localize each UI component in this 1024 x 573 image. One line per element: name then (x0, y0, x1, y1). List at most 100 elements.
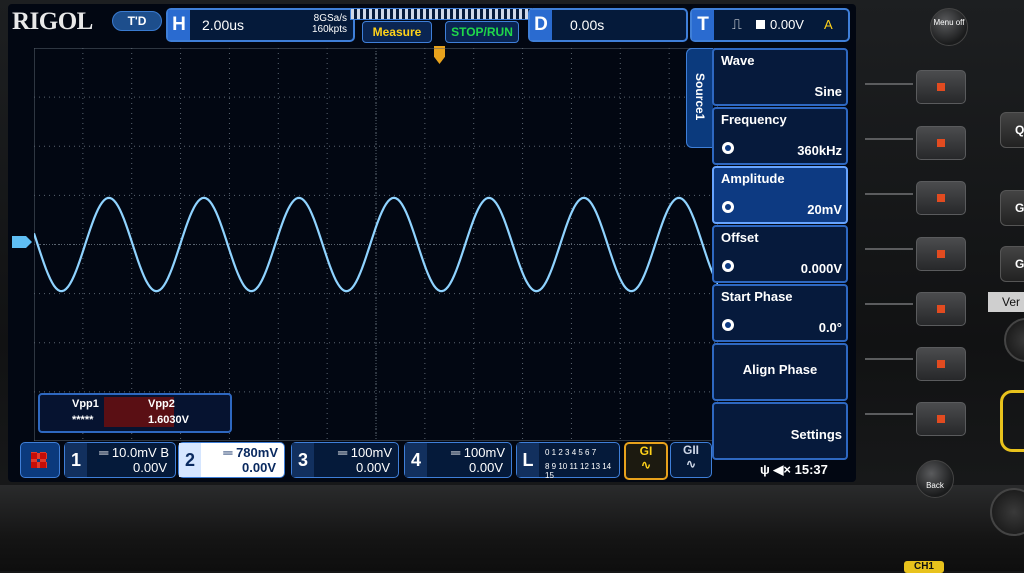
softkey-guide-line (865, 193, 913, 195)
knob-icon (722, 142, 734, 154)
horizontal-letter: H (168, 10, 190, 40)
trigger-letter: T (692, 10, 714, 40)
trigger-box[interactable]: T ⎍ 0.00V A (690, 8, 850, 42)
ch1-label: CH1 (904, 561, 944, 573)
vertical-section-label: Ver (988, 292, 1024, 312)
scope-screen: RIGOL T'D H 2.00us 8GSa/s 160kpts Measur… (8, 4, 856, 482)
waveform-display (34, 48, 718, 441)
knob-icon (722, 260, 734, 272)
channel-ground-marker[interactable] (12, 236, 32, 248)
trigger-source-square-icon (756, 20, 765, 29)
softkey-guide-line (865, 248, 913, 250)
channel-4-box[interactable]: 4 ═ 100mV 0.00V (404, 442, 512, 478)
frequency-value: 360kHz (797, 143, 842, 158)
dc-coupling-icon: ═ (450, 445, 464, 460)
softkey-2[interactable] (916, 126, 966, 160)
wave-label: Wave (721, 53, 755, 68)
menu-frequency[interactable]: Frequency 360kHz (712, 107, 848, 165)
channel-2-number: 2 (179, 443, 201, 477)
channel-4-scale: 100mV (463, 445, 505, 460)
menu-offset[interactable]: Offset 0.000V (712, 225, 848, 283)
grid-menu-icon (31, 452, 47, 468)
stop-run-button[interactable]: STOP/RUN (445, 21, 519, 43)
channel-3-offset: 0.00V (356, 460, 390, 475)
vpp2-label: Vpp2 (148, 398, 175, 410)
softkey-4[interactable] (916, 237, 966, 271)
sample-rate: 8GSa/s (313, 13, 347, 24)
front-panel-lower (0, 485, 1024, 571)
sine-wave-icon: ∿ (640, 458, 652, 472)
align-phase-label: Align Phase (742, 362, 818, 377)
menu-amplitude[interactable]: Amplitude 20mV (712, 166, 848, 224)
start-phase-value: 0.0° (818, 320, 842, 335)
settings-label: Settings (790, 427, 842, 442)
clock: 15:37 (794, 462, 828, 477)
ch1-button-ring[interactable] (1000, 390, 1024, 452)
vpp1-value: ***** (72, 414, 94, 426)
delay-box[interactable]: D 0.00s (528, 8, 688, 42)
usb-icon: ψ (760, 462, 774, 477)
memory-depth: 160kpts (311, 24, 347, 35)
logic-analyzer-box[interactable]: L 0 1 2 3 4 5 6 7 8 9 10 11 12 13 14 15 (516, 442, 620, 480)
start-phase-label: Start Phase (721, 289, 793, 304)
channel-4-number: 4 (405, 443, 427, 477)
knob-icon (722, 201, 734, 213)
horizontal-timebase[interactable]: H 2.00us 8GSa/s 160kpts (166, 8, 355, 42)
trigger-level: 0.00V (770, 17, 804, 32)
softkey-guide-line (865, 138, 913, 140)
channel-4-offset: 0.00V (469, 460, 503, 475)
graticule (34, 48, 718, 441)
menu-off-button[interactable]: Menu off (930, 8, 968, 46)
navigation-button[interactable] (20, 442, 60, 478)
menu-wave[interactable]: Wave Sine (712, 48, 848, 106)
amplitude-value: 20mV (807, 202, 842, 217)
sine-wave-icon: ∿ (685, 457, 697, 471)
channel-1-box[interactable]: 1 ═ 10.0mV B 0.00V (64, 442, 176, 478)
channel-2-box[interactable]: 2 ═ 780mV 0.00V (178, 442, 285, 478)
measurement-panel[interactable]: Vpp1 ***** Vpp2 1.6030V (38, 393, 232, 433)
panel-button-q[interactable]: Q (1000, 112, 1024, 148)
speaker-muted-icon: ◀× (773, 462, 795, 477)
measure-button[interactable]: Measure (362, 21, 432, 43)
amplitude-label: Amplitude (721, 171, 785, 186)
trigger-position-ruler (350, 8, 532, 20)
menu-align-phase[interactable]: Align Phase (712, 343, 848, 401)
channel-3-number: 3 (292, 443, 314, 477)
back-label: Back (926, 481, 944, 490)
logic-channels-row-1: 0 1 2 3 4 5 6 7 (545, 448, 597, 457)
softkey-3[interactable] (916, 181, 966, 215)
panel-button-g2[interactable]: G (1000, 246, 1024, 282)
softkey-5[interactable] (916, 292, 966, 326)
generator-1-button[interactable]: GI ∿ (624, 442, 668, 480)
delay-letter: D (530, 10, 552, 40)
generator-1-label: GI (639, 444, 653, 458)
source-tab[interactable]: Source1 (686, 48, 713, 148)
generator-2-label: GII (682, 443, 699, 457)
knob-icon (722, 319, 734, 331)
channel-2-offset: 0.00V (242, 460, 276, 475)
panel-button-g[interactable]: G (1000, 190, 1024, 226)
rising-edge-icon: ⎍ (732, 16, 742, 32)
softkey-6[interactable] (916, 347, 966, 381)
dc-coupling-icon: ═ (337, 445, 351, 460)
channel-3-scale: 100mV (350, 445, 392, 460)
channel-2-scale: 780mV (236, 445, 278, 460)
offset-value: 0.000V (800, 261, 842, 276)
softkey-7[interactable] (916, 402, 966, 436)
back-button[interactable]: Back (916, 460, 954, 498)
generator-2-button[interactable]: GII ∿ (670, 442, 712, 478)
softkey-guide-line (865, 413, 913, 415)
softkey-guide-line (865, 83, 913, 85)
wave-value: Sine (814, 84, 842, 99)
softkey-1[interactable] (916, 70, 966, 104)
channel-1-number: 1 (65, 443, 87, 477)
menu-settings[interactable]: Settings (712, 402, 848, 460)
status-area: ψ ◀× 15:37 (760, 462, 828, 478)
softkey-guide-line (865, 303, 913, 305)
menu-start-phase[interactable]: Start Phase 0.0° (712, 284, 848, 342)
channel-3-box[interactable]: 3 ═ 100mV 0.00V (291, 442, 399, 478)
timebase-value: 2.00us (202, 17, 245, 33)
delay-value: 0.00s (570, 17, 605, 33)
dc-coupling-icon: ═ (99, 445, 112, 460)
softkey-guide-line (865, 358, 913, 360)
